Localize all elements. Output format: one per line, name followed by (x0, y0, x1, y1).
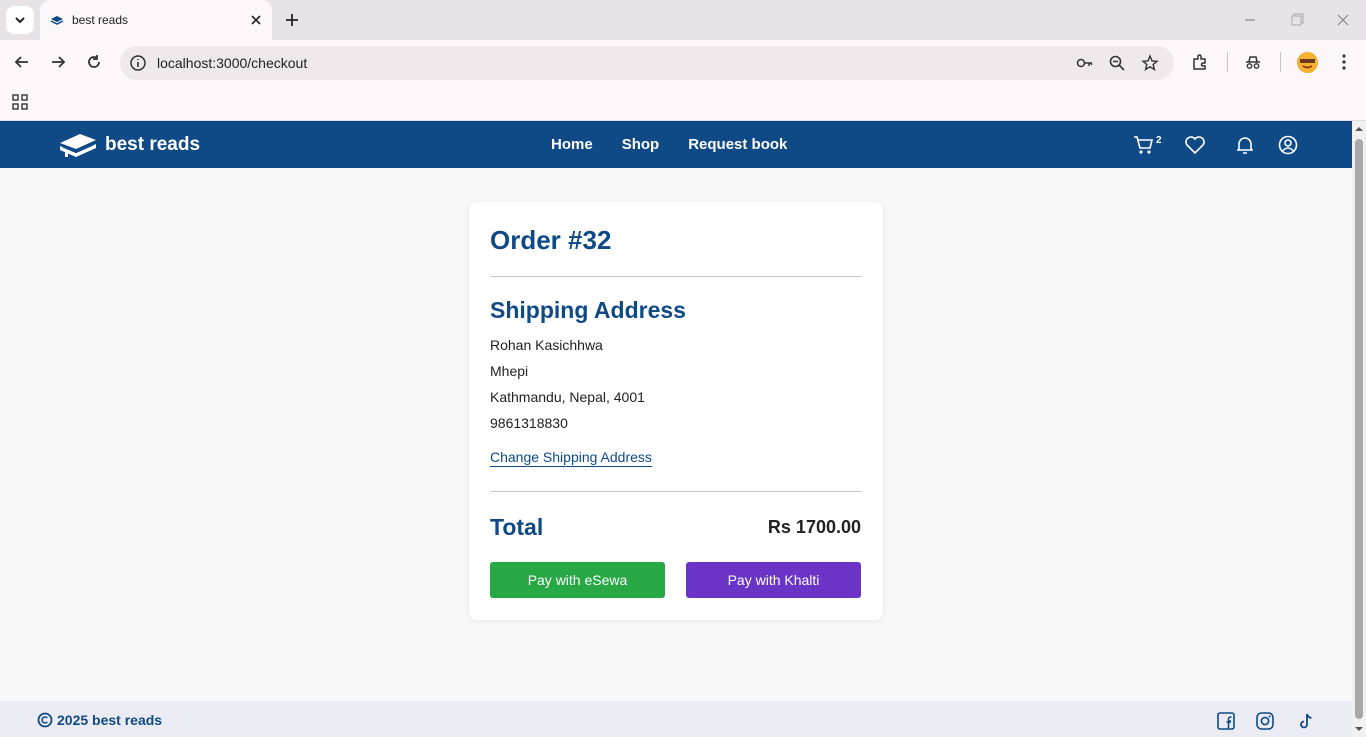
divider (490, 491, 861, 492)
tab-search-button[interactable] (6, 6, 34, 34)
site-footer: 2025 best reads (0, 701, 1352, 737)
total-label: Total (490, 514, 544, 540)
extensions-icon[interactable] (1190, 52, 1210, 72)
incognito-icon[interactable] (1243, 52, 1263, 72)
nav-home-link[interactable]: Home (551, 136, 593, 153)
main-nav: Home Shop Request book (551, 136, 816, 153)
address-street: Mhepi (490, 363, 529, 379)
brand-name: best reads (105, 134, 201, 155)
cart-count-badge: 2 (1156, 135, 1162, 146)
minimize-icon[interactable] (1240, 10, 1260, 30)
browser-tab[interactable]: best reads (40, 0, 272, 40)
bookmark-star-icon[interactable] (1141, 54, 1159, 72)
chevron-down-icon (15, 17, 25, 24)
address-city: Kathmandu, Nepal, 4001 (490, 389, 645, 405)
browser-tabstrip: best reads (0, 0, 1366, 40)
apps-grid-icon[interactable] (10, 92, 30, 112)
tiktok-icon[interactable] (1296, 711, 1316, 731)
footer-brand: best reads (92, 712, 163, 728)
bookmarks-bar (0, 85, 1366, 121)
site-brand[interactable]: best reads (58, 130, 200, 160)
site-info-icon[interactable] (129, 54, 147, 72)
site-header: best reads Home Shop Request book 2 (0, 121, 1352, 168)
checkout-card: Order #32 Shipping Address Rohan Kasichh… (469, 202, 883, 620)
page-scrollbar[interactable] (1352, 121, 1366, 737)
browser-menu-icon[interactable] (1334, 52, 1354, 72)
password-key-icon[interactable] (1076, 54, 1094, 72)
scrollbar-thumb[interactable] (1355, 139, 1363, 719)
facebook-icon[interactable] (1216, 711, 1236, 731)
nav-shop-link[interactable]: Shop (622, 136, 660, 153)
profile-emoji-icon (1297, 52, 1318, 73)
instagram-icon[interactable] (1255, 711, 1275, 731)
copyright-notice: 2025 best reads (37, 712, 162, 728)
new-tab-icon[interactable] (282, 10, 302, 30)
bell-icon[interactable] (1234, 134, 1256, 156)
toolbar-divider (1227, 52, 1228, 72)
user-account-icon[interactable] (1277, 134, 1299, 156)
window-close-icon[interactable] (1333, 10, 1353, 30)
copyright-year: 2025 (57, 712, 89, 728)
copyright-icon (37, 712, 53, 728)
book-favicon-icon (50, 16, 64, 25)
forward-arrow-icon[interactable] (48, 52, 68, 72)
address-name: Rohan Kasichhwa (490, 337, 603, 353)
heart-icon[interactable] (1184, 134, 1206, 156)
order-title: Order #32 (490, 225, 612, 255)
cart-icon[interactable] (1133, 134, 1155, 156)
total-amount: Rs 1700.00 (767, 517, 861, 537)
scroll-up-arrow-icon[interactable] (1355, 125, 1363, 133)
pay-with-esewa-button[interactable]: Pay with eSewa (490, 562, 665, 598)
scroll-down-arrow-icon[interactable] (1355, 725, 1363, 733)
url-text: localhost:3000/checkout (157, 55, 308, 71)
zoom-icon[interactable] (1108, 54, 1126, 72)
shipping-address-heading: Shipping Address (490, 297, 686, 323)
tab-title: best reads (72, 13, 129, 27)
browser-toolbar: localhost:3000/checkout (0, 40, 1366, 85)
divider (490, 276, 861, 277)
address-phone: 9861318830 (490, 415, 568, 431)
page-viewport: best reads Home Shop Request book 2 Orde… (0, 121, 1352, 737)
nav-request-book-link[interactable]: Request book (688, 136, 787, 153)
books-logo-icon (60, 134, 96, 157)
close-tab-icon[interactable] (248, 12, 264, 28)
profile-avatar[interactable] (1297, 52, 1318, 73)
change-shipping-address-link[interactable]: Change Shipping Address (490, 449, 652, 467)
address-bar[interactable]: localhost:3000/checkout (120, 46, 1174, 80)
reload-icon[interactable] (84, 52, 104, 72)
toolbar-divider (1280, 52, 1281, 72)
pay-with-khalti-button[interactable]: Pay with Khalti (686, 562, 861, 598)
restore-icon[interactable] (1287, 10, 1307, 30)
back-arrow-icon[interactable] (12, 52, 32, 72)
